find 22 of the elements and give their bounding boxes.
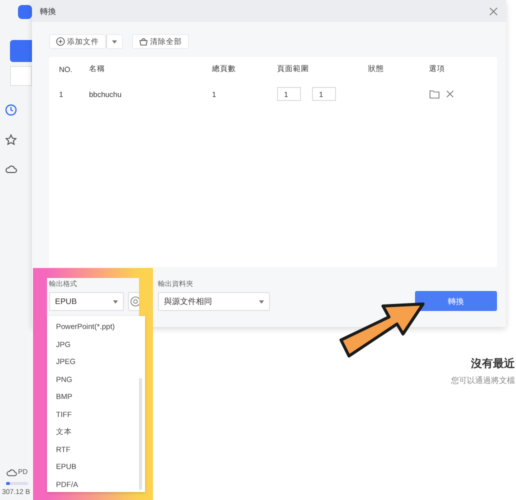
app-logo-icon[interactable] [18, 5, 32, 19]
basket-icon [139, 37, 148, 46]
empty-title: 沒有最近 [471, 356, 515, 371]
caret-icon [259, 300, 264, 304]
empty-hint: 您可以通過將文檔 [451, 375, 515, 386]
output-folder-select[interactable]: 與源文件相同 [158, 292, 270, 311]
dialog-title: 轉換 [40, 6, 56, 16]
cloud-icon[interactable] [5, 164, 17, 174]
output-format-select[interactable]: EPUB [49, 292, 124, 311]
close-icon[interactable] [489, 6, 498, 16]
cloud-icon [6, 468, 17, 477]
clock-icon[interactable] [5, 104, 17, 116]
add-circle-icon [56, 37, 65, 46]
folder-icon[interactable] [429, 90, 440, 98]
star-icon[interactable] [5, 134, 17, 146]
convert-button[interactable]: 轉換 [415, 291, 497, 311]
caret-icon [112, 40, 117, 44]
caret-icon [113, 300, 118, 304]
delete-icon[interactable] [446, 90, 454, 98]
settings-icon [130, 296, 140, 307]
dropdown-button[interactable] [106, 34, 123, 49]
settings-button[interactable] [128, 292, 142, 311]
